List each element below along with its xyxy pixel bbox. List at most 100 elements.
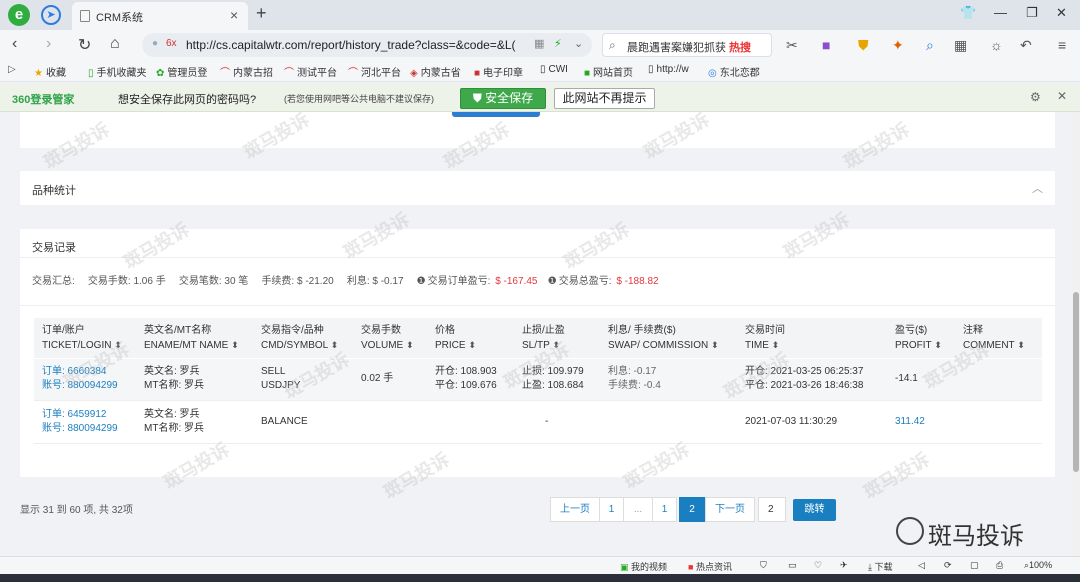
next-page-button[interactable]: 下一页: [705, 497, 755, 522]
prev-page-button[interactable]: 上一页: [550, 497, 600, 522]
zoom-level[interactable]: ⌕100%: [1024, 560, 1052, 571]
bookmark-item[interactable]: ✿ 管理员登: [156, 64, 207, 79]
tab-title: CRM系统: [96, 12, 144, 24]
goto-page-button[interactable]: 跳转: [793, 499, 836, 521]
close-icon[interactable]: ✕: [1057, 89, 1067, 103]
rocket-icon[interactable]: ✈: [840, 560, 848, 571]
close-window-icon[interactable]: ✕: [1056, 5, 1067, 21]
page-button[interactable]: 1: [599, 497, 624, 522]
column-header-time[interactable]: 交易时间 TIME ⬍: [745, 318, 885, 353]
sort-icon: ⬍: [771, 340, 780, 350]
bookmark-item[interactable]: ■ 电子印章: [474, 64, 523, 79]
sort-icon: ⬍: [114, 340, 122, 350]
reload-icon[interactable]: ↻: [78, 35, 91, 55]
column-header-cmd[interactable]: 交易指令/品种 CMD/SYMBOL ⬍: [261, 318, 371, 353]
gear-icon[interactable]: ⚙: [1030, 90, 1041, 104]
game-icon[interactable]: ✦: [892, 37, 904, 54]
info-icon: ❶: [416, 276, 426, 287]
browser-window: e ➤ CRM系统 × + 👕 — ❐ ✕ ‹ › ↻ ⌂ ● 6x http:…: [0, 0, 1080, 582]
bookmark-item[interactable]: ⌒ 测试平台: [284, 64, 337, 79]
my-video-button[interactable]: ▣ 我的视频: [620, 560, 667, 573]
bookmark-item[interactable]: ▯ CWI: [540, 64, 568, 75]
cmd-cell: SELL USDJPY: [261, 366, 301, 391]
scrollbar[interactable]: [1072, 112, 1080, 574]
shield-icon[interactable]: ⛉: [760, 560, 767, 571]
url-text[interactable]: http://cs.capitalwtr.com/report/history_…: [186, 38, 516, 52]
search-box[interactable]: ⌕ 晨跑遇害案嫌犯抓获 热搜: [602, 33, 772, 57]
table-row[interactable]: 订单: 6459912 账号: 880094299 英文名: 罗兵 MT名称: 罗兵…: [34, 402, 1042, 444]
bookmark-item[interactable]: ◈ 内蒙古省: [410, 64, 461, 79]
ticket-cell[interactable]: 订单: 6660384 账号: 880094299: [42, 365, 118, 393]
zoom-icon[interactable]: ⌕: [926, 37, 934, 54]
ticket-cell[interactable]: 订单: 6459912 账号: 880094299: [42, 408, 118, 436]
security-icon[interactable]: ●: [152, 38, 158, 49]
column-header-ticket[interactable]: 订单/账户 TICKET/LOGIN ⬍: [42, 318, 152, 353]
undo-icon[interactable]: ↶: [1020, 37, 1032, 54]
scrollbar-thumb[interactable]: [1073, 292, 1079, 472]
title-bar: e ➤ CRM系统 × + 👕 — ❐ ✕: [0, 0, 1080, 30]
table-row[interactable]: 订单: 6660384 账号: 880094299 英文名: 罗兵 MT名称: 罗兵…: [34, 359, 1042, 401]
search-input[interactable]: 晨跑遇害案嫌犯抓获: [627, 39, 726, 55]
time-cell: 开仓: 2021-03-25 06:25:37 平仓: 2021-03-26 18…: [745, 366, 864, 391]
sort-icon: ⬍: [1017, 340, 1025, 350]
column-header-swap[interactable]: 利息/ 手续费($) SWAP/ COMMISSION ⬍: [608, 318, 744, 353]
never-prompt-button[interactable]: 此网站不再提示: [554, 88, 655, 109]
print-icon[interactable]: ⎙: [996, 560, 1003, 571]
download-button[interactable]: ⤓ 下载: [868, 560, 893, 573]
chevron-up-icon[interactable]: ︿: [1032, 180, 1043, 196]
chevron-down-icon[interactable]: ⌄: [574, 37, 583, 50]
address-bar[interactable]: ● 6x http://cs.capitalwtr.com/report/his…: [142, 33, 592, 57]
column-header-price[interactable]: 价格 PRICE ⬍: [435, 318, 521, 353]
back-icon[interactable]: ‹: [12, 35, 17, 53]
bookmark-item[interactable]: ▯ http://w: [648, 64, 689, 75]
password-save-bar: 360登录管家 想安全保存此网页的密码吗? (若您使用网吧等公共电脑不建议保存)…: [0, 84, 1080, 112]
restore-icon[interactable]: ❐: [1026, 5, 1038, 21]
brightness-icon[interactable]: ☼: [990, 37, 1003, 53]
bookmark-item[interactable]: ⌒ 内蒙古招: [220, 64, 273, 79]
page-icon: [80, 10, 90, 22]
scissors-icon[interactable]: ✂: [786, 37, 798, 54]
new-tab-icon[interactable]: +: [256, 3, 267, 24]
page-button[interactable]: 1: [652, 497, 677, 522]
status-bar: ▣ 我的视频 ■ 热点资讯 ⛉ ▭ ♡ ✈ ⤓ 下载 ◁ ⟳ ▢ ⎙ ⌕100%: [0, 556, 1080, 574]
speed-mode-icon[interactable]: ⚡: [554, 37, 562, 50]
tab-close-icon[interactable]: ×: [230, 7, 238, 23]
speaker-icon[interactable]: ◁: [918, 560, 925, 571]
bookmark-item[interactable]: ◎ 东北恋郡: [708, 64, 760, 79]
minimize-icon[interactable]: —: [994, 5, 1007, 20]
column-header-sltp[interactable]: 止损/止盈 SL/TP ⬍: [522, 318, 607, 353]
skin-icon[interactable]: 👕: [960, 5, 976, 21]
safe-save-button[interactable]: ⛊ 安全保存: [460, 88, 546, 109]
bookmark-item[interactable]: ⌒ 河北平台: [348, 64, 401, 79]
shield-icon[interactable]: ⛊: [858, 37, 869, 54]
window-icon[interactable]: ▢: [970, 560, 979, 571]
bookmark-item[interactable]: ■ 网站首页: [584, 64, 633, 79]
column-header-profit[interactable]: 盈亏($) PROFIT ⬍: [895, 318, 955, 353]
page-button-current[interactable]: 2: [679, 497, 705, 522]
grid-icon[interactable]: ▦: [954, 37, 967, 54]
tab-crm[interactable]: CRM系统 ×: [72, 2, 248, 30]
column-header-volume[interactable]: 交易手数 VOLUME ⬍: [361, 318, 435, 353]
column-header-name[interactable]: 英文名/MT名称 ENAME/MT NAME ⬍: [144, 318, 262, 353]
heart-icon[interactable]: ♡: [814, 560, 822, 571]
navigation-icon[interactable]: ➤: [41, 5, 61, 25]
home-icon[interactable]: ⌂: [110, 35, 120, 53]
forward-icon[interactable]: ›: [46, 35, 51, 53]
hot-news-button[interactable]: ■ 热点资讯: [688, 560, 732, 573]
sync-icon[interactable]: ⟳: [944, 560, 952, 571]
menu-icon[interactable]: ≡: [1058, 37, 1066, 53]
column-header-comment[interactable]: 注释 COMMENT ⬍: [963, 318, 1041, 353]
query-button[interactable]: [452, 112, 540, 117]
download-manager-icon[interactable]: ▭: [788, 560, 797, 571]
bookmarks-toggle-icon[interactable]: ▷: [8, 64, 16, 75]
goto-page-input[interactable]: 2: [758, 497, 786, 522]
summary-count: 交易笔数: 30 笔: [178, 276, 249, 287]
browser-logo-icon[interactable]: e: [8, 4, 30, 26]
app-icon[interactable]: ■: [822, 37, 830, 53]
divider: [20, 305, 1055, 306]
bookmark-item[interactable]: ★ 收藏: [34, 64, 66, 79]
extension-icon[interactable]: ▦: [534, 37, 544, 50]
sort-icon: ⬍: [406, 340, 414, 350]
news-icon: ■: [688, 562, 696, 572]
bookmark-item[interactable]: ▯ 手机收藏夹: [88, 64, 147, 79]
